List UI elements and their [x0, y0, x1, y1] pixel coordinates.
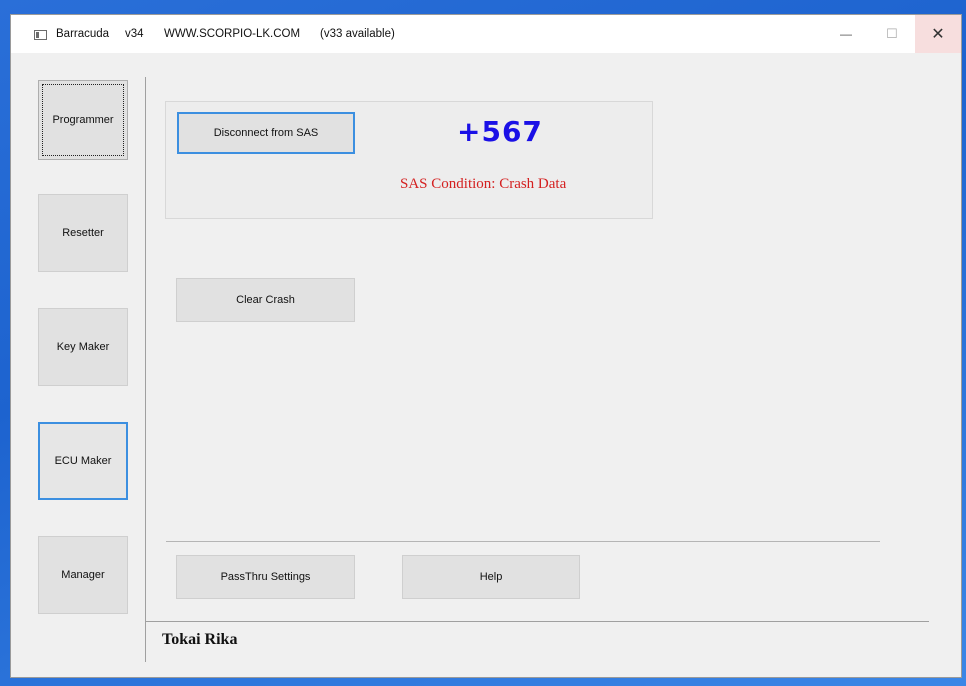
footer-manufacturer-label: Tokai Rika: [162, 631, 238, 648]
minimize-button[interactable]: —: [823, 15, 869, 53]
clear-crash-button[interactable]: Clear Crash: [176, 278, 355, 322]
focus-rectangle: [42, 84, 124, 156]
title-bar[interactable]: Barracuda v34 WWW.SCORPIO-LK.COM (v33 av…: [11, 15, 961, 53]
disconnect-sas-label: Disconnect from SAS: [213, 127, 319, 139]
sidebar-item-resetter[interactable]: Resetter: [38, 194, 128, 272]
help-label: Help: [479, 571, 503, 583]
footer-divider: [145, 621, 929, 622]
help-button[interactable]: Help: [402, 555, 580, 599]
minimize-icon: —: [840, 27, 852, 41]
app-icon: [34, 30, 47, 40]
content-divider: [166, 541, 880, 542]
sidebar-item-label: Manager: [61, 569, 105, 581]
sas-condition-text: SAS Condition: Crash Data: [400, 176, 567, 192]
update-notice: (v33 available): [320, 28, 395, 40]
disconnect-sas-button[interactable]: Disconnect from SAS: [177, 112, 355, 154]
maximize-icon: ☐: [886, 26, 898, 41]
steering-angle-value: +567: [457, 115, 543, 148]
website-label: WWW.SCORPIO-LK.COM: [164, 28, 301, 40]
sidebar-item-programmer[interactable]: Programmer: [38, 80, 128, 160]
close-icon: ✕: [931, 26, 945, 43]
close-button[interactable]: ✕: [915, 15, 961, 53]
maximize-button[interactable]: ☐: [869, 15, 915, 53]
sidebar-item-label: Resetter: [62, 227, 104, 239]
app-title: Barracuda: [56, 28, 110, 40]
sidebar-item-key-maker[interactable]: Key Maker: [38, 308, 128, 386]
clear-crash-label: Clear Crash: [236, 294, 295, 306]
app-window: Barracuda v34 WWW.SCORPIO-LK.COM (v33 av…: [10, 14, 962, 678]
passthru-settings-button[interactable]: PassThru Settings: [176, 555, 355, 599]
app-version: v34: [125, 28, 144, 40]
passthru-settings-label: PassThru Settings: [220, 571, 311, 583]
sidebar-item-label: ECU Maker: [54, 455, 112, 467]
sidebar-item-ecu-maker[interactable]: ECU Maker: [38, 422, 128, 500]
sidebar-item-manager[interactable]: Manager: [38, 536, 128, 614]
sidebar-item-label: Key Maker: [56, 341, 110, 353]
sidebar-divider: [145, 77, 146, 662]
